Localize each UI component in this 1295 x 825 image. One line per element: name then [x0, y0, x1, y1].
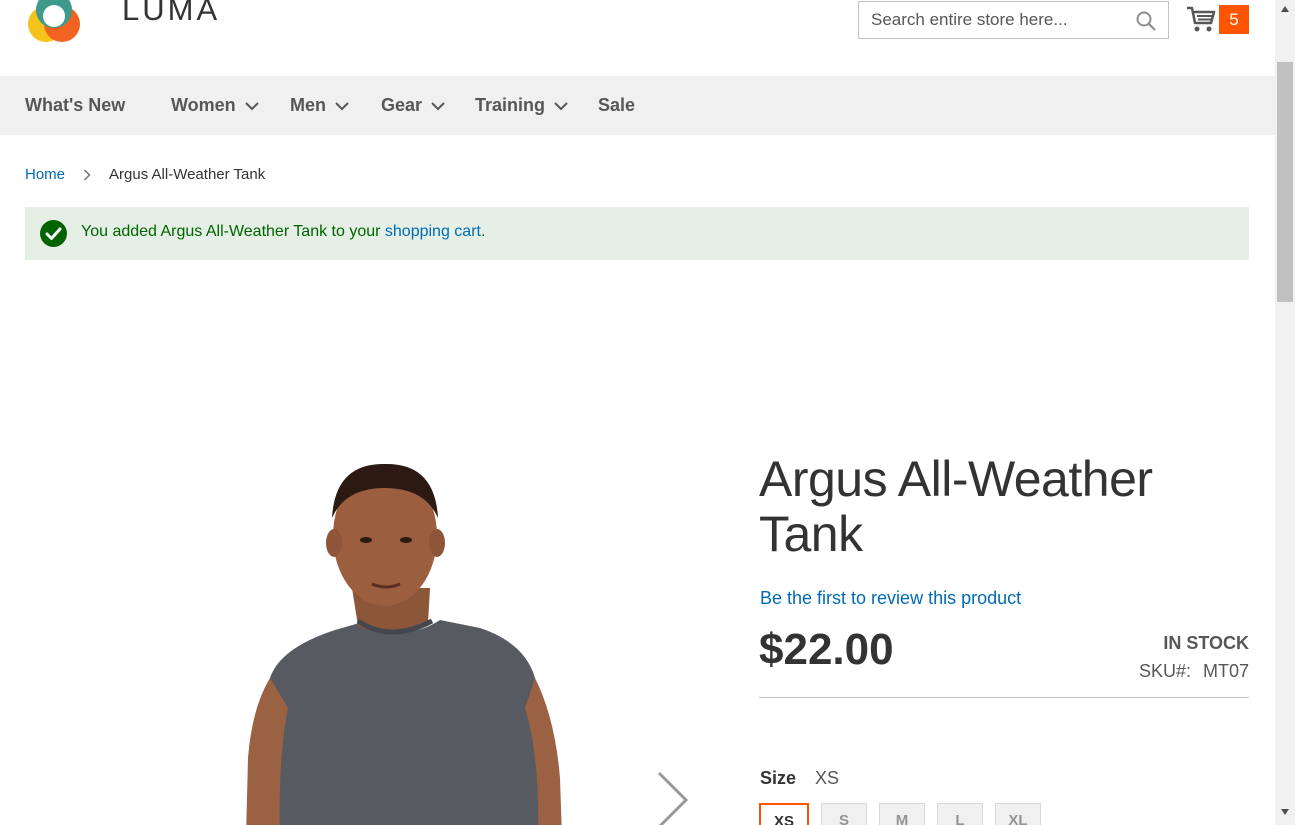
product-title: Argus All-Weather Tank	[759, 452, 1219, 562]
search-icon[interactable]	[1136, 11, 1156, 31]
nav-item-gear[interactable]: Gear	[381, 76, 446, 135]
review-link[interactable]: Be the first to review this product	[760, 588, 1021, 609]
message-prefix: You added Argus All-Weather Tank to your	[81, 223, 385, 240]
minicart-button[interactable]: 5	[1186, 4, 1252, 36]
gallery-next-arrow-icon[interactable]	[656, 770, 690, 825]
message-suffix: .	[480, 223, 486, 240]
nav-item-sale[interactable]: Sale	[598, 76, 635, 135]
size-swatch-l[interactable]: L	[937, 803, 983, 825]
main-navigation: What's New Women Men Gear Training Sale	[0, 76, 1275, 135]
product-sku: SKU#: MT07	[1139, 661, 1249, 682]
nav-item-label: What's New	[25, 95, 126, 115]
sku-value: MT07	[1202, 661, 1249, 681]
size-swatch-s[interactable]: S	[821, 803, 867, 825]
nav-item-label: Gear	[381, 95, 423, 115]
nav-item-men[interactable]: Men	[290, 76, 350, 135]
nav-item-label: Women	[171, 95, 236, 115]
product-title-line: Tank	[759, 506, 863, 562]
success-message: You added Argus All-Weather Tank to your…	[25, 207, 1249, 260]
shopping-cart-link[interactable]: shopping cart	[385, 223, 481, 240]
logo-text: LUMA	[122, 0, 221, 27]
breadcrumb: Home Argus All-Weather Tank	[25, 166, 265, 183]
search-box	[858, 1, 1169, 39]
nav-item-whats-new[interactable]: What's New	[25, 76, 125, 135]
nav-item-label: Men	[290, 95, 326, 115]
chevron-right-icon	[83, 169, 91, 181]
cart-count-badge: 5	[1219, 5, 1249, 34]
nav-item-women[interactable]: Women	[171, 76, 260, 135]
search-input[interactable]	[859, 2, 1131, 38]
shopping-cart-icon	[1187, 6, 1216, 32]
chevron-down-icon	[554, 102, 568, 111]
luma-logo-icon	[28, 0, 80, 42]
chevron-down-icon	[244, 102, 259, 111]
size-swatch-xl[interactable]: XL	[995, 803, 1041, 825]
product-image[interactable]	[240, 458, 570, 825]
size-swatch-xs[interactable]: XS	[759, 803, 809, 825]
scroll-down-arrow-icon[interactable]	[1281, 809, 1289, 815]
sku-label: SKU#:	[1138, 661, 1191, 681]
success-message-text: You added Argus All-Weather Tank to your…	[81, 223, 485, 241]
scrollbar-thumb[interactable]	[1277, 62, 1293, 302]
vertical-scrollbar[interactable]	[1275, 0, 1295, 825]
scroll-up-arrow-icon[interactable]	[1281, 6, 1289, 12]
product-price: $22.00	[759, 625, 894, 674]
size-swatch-m[interactable]: M	[879, 803, 925, 825]
divider	[759, 697, 1249, 698]
breadcrumb-home-link[interactable]: Home	[25, 166, 65, 183]
product-title-line: Argus All-Weather	[759, 451, 1153, 507]
size-label: Size	[760, 768, 797, 788]
size-selected-value: XS	[815, 768, 840, 788]
nav-item-label: Training	[475, 95, 546, 115]
nav-item-label: Sale	[598, 95, 636, 115]
stock-status: IN STOCK	[1163, 633, 1249, 653]
nav-item-training[interactable]: Training	[475, 76, 569, 135]
page: LUMA 5 What's New Women Men Gear	[0, 0, 1275, 825]
chevron-down-icon	[431, 102, 445, 111]
size-swatches: XS S M L XL	[759, 803, 1053, 825]
success-check-icon	[40, 220, 67, 247]
breadcrumb-current: Argus All-Weather Tank	[109, 166, 266, 183]
chevron-down-icon	[335, 102, 349, 111]
